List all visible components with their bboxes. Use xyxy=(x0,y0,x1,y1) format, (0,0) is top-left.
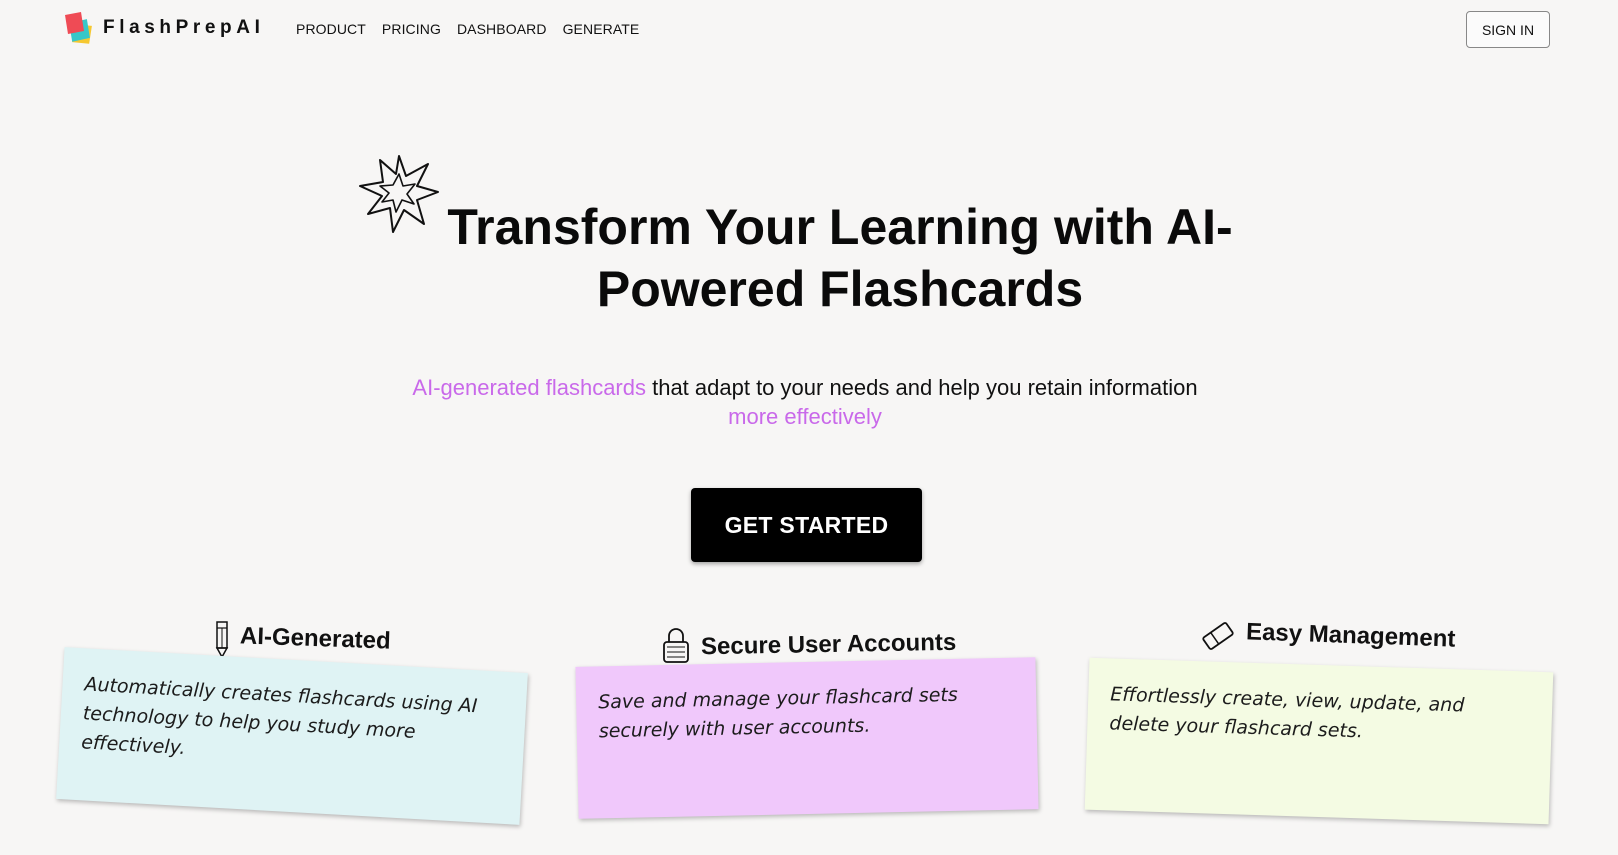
hero-title-line1: Transform Your Learning with AI- xyxy=(447,199,1233,255)
pencil-icon xyxy=(215,621,229,658)
nav-link-product[interactable]: PRODUCT xyxy=(296,21,366,37)
subtitle-accent-1: AI-generated flashcards xyxy=(412,375,646,400)
feature-card-ai-generated: Automatically creates flashcards using A… xyxy=(56,647,528,825)
feature-card-secure-accounts: Save and manage your flashcard sets secu… xyxy=(575,657,1039,819)
hero-title-line2: Powered Flashcards xyxy=(596,261,1084,317)
sign-in-button[interactable]: SIGN IN xyxy=(1466,11,1550,48)
feature-description: Automatically creates flashcards using A… xyxy=(80,673,478,760)
feature-heading-ai-generated: AI-Generated xyxy=(214,620,391,658)
hero-subtitle: AI-generated flashcards that adapt to yo… xyxy=(390,373,1220,431)
lock-icon xyxy=(663,628,689,663)
feature-heading-secure-accounts: Secure User Accounts xyxy=(661,626,956,664)
feature-heading-easy-management: Easy Management xyxy=(1200,618,1456,653)
feature-title: AI-Generated xyxy=(239,622,392,655)
top-nav: FlashPrepAI PRODUCT PRICING DASHBOARD GE… xyxy=(0,0,1618,58)
feature-card-easy-management: Effortlessly create, view, update, and d… xyxy=(1084,657,1554,825)
nav-link-generate[interactable]: GENERATE xyxy=(563,21,640,37)
landing-page: FlashPrepAI PRODUCT PRICING DASHBOARD GE… xyxy=(0,0,1618,855)
feature-title: Secure User Accounts xyxy=(700,628,957,661)
nav-link-pricing[interactable]: PRICING xyxy=(382,21,441,37)
feature-description: Effortlessly create, view, update, and d… xyxy=(1109,683,1465,743)
feature-description: Save and manage your flashcard sets secu… xyxy=(597,683,959,743)
nav-links: PRODUCT PRICING DASHBOARD GENERATE xyxy=(296,21,639,37)
feature-title: Easy Management xyxy=(1245,618,1456,653)
nav-link-dashboard[interactable]: DASHBOARD xyxy=(457,21,547,37)
subtitle-accent-2: more effectively xyxy=(728,404,882,429)
subtitle-text: that adapt to your needs and help you re… xyxy=(645,375,1198,400)
logo-icon[interactable] xyxy=(64,12,94,46)
eraser-icon xyxy=(1202,622,1234,650)
hero-title: Transform Your Learning with AI- Powered… xyxy=(400,196,1280,320)
get-started-button[interactable]: GET STARTED xyxy=(691,488,922,562)
brand-name[interactable]: FlashPrepAI xyxy=(103,17,264,39)
